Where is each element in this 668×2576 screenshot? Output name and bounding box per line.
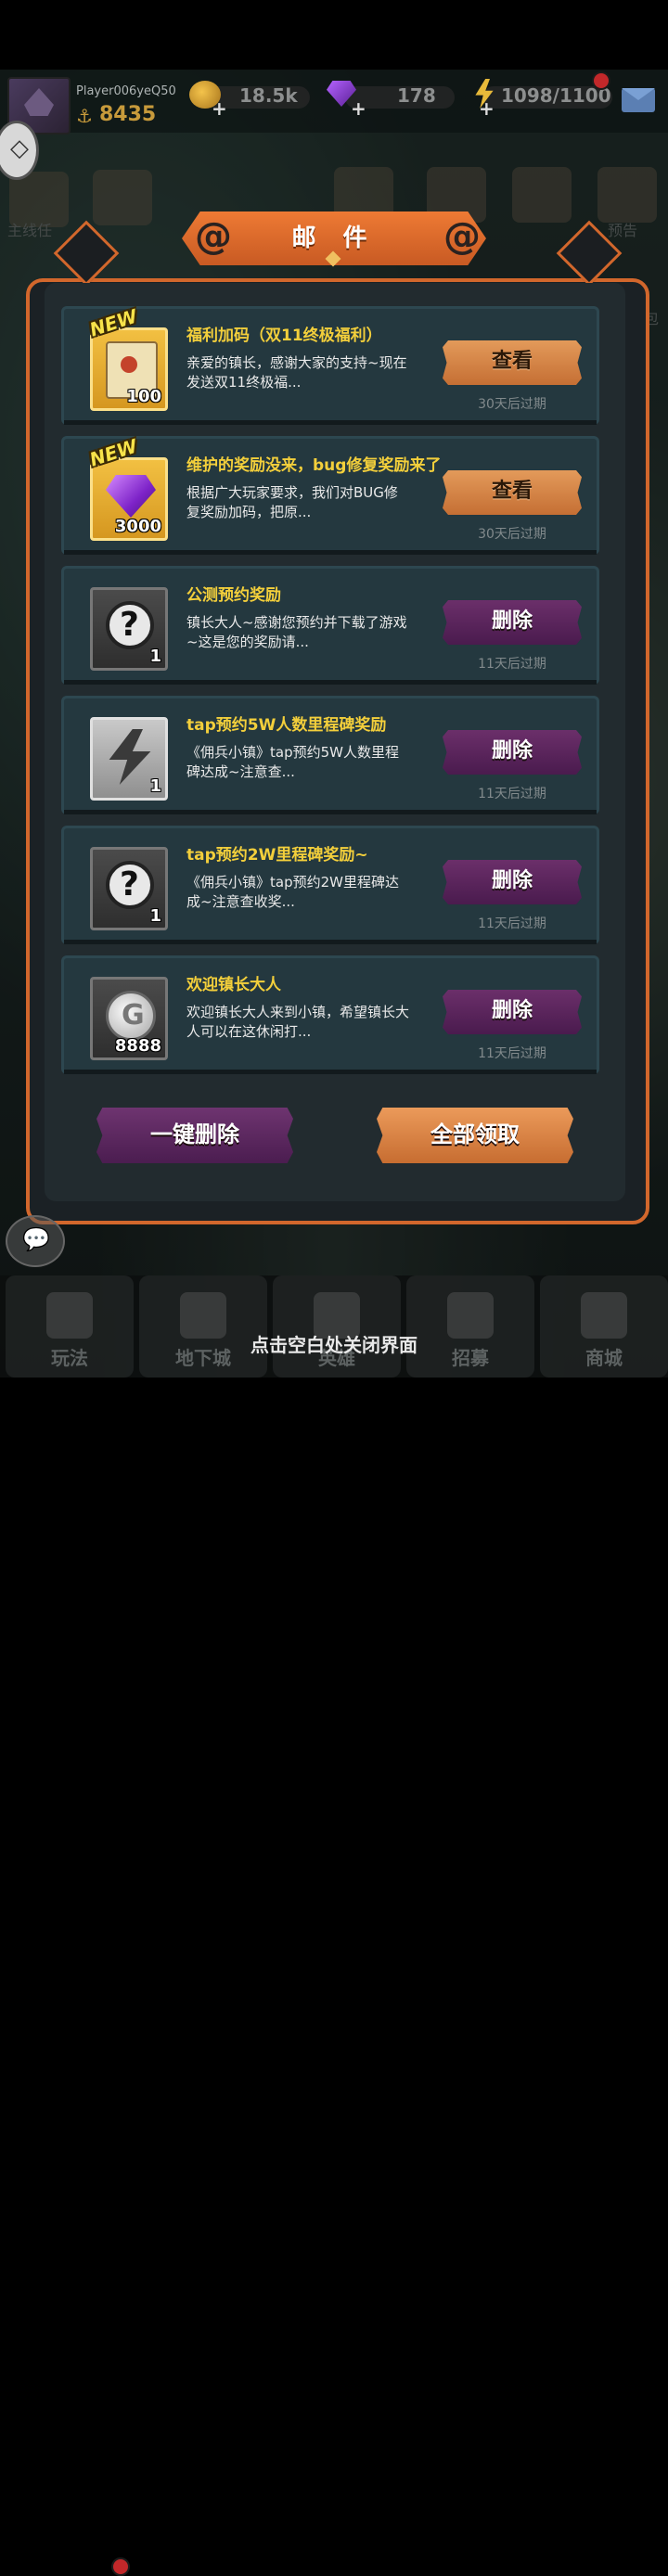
mail-preview: 《佣兵小镇》tap预约2W里程碑达成~注意查收奖... (186, 874, 399, 910)
mail-expiry: 11天后过期 (478, 1046, 546, 1061)
mail-reward-slot: 3000 NEW (87, 434, 168, 541)
nav-item-play[interactable]: 玩法 (6, 1275, 134, 1378)
mail-expiry: 30天后过期 (478, 527, 546, 542)
mail-subject: tap预约5W人数里程碑奖励 (186, 716, 387, 735)
chat-button[interactable]: 💬 (6, 1215, 65, 1267)
mail-envelope-icon[interactable] (622, 88, 655, 112)
reward-count: 100 (126, 387, 161, 406)
delete-mail-button[interactable]: 删除 (443, 600, 582, 645)
mail-expiry: 11天后过期 (478, 916, 546, 931)
lightning-token-icon (109, 729, 151, 785)
mail-item[interactable]: ? 1 公测预约奖励 镇长大人~感谢您预约并下载了游戏~这是您的奖励请... 删… (61, 566, 599, 685)
player-name: Player006yeQ50 (76, 84, 176, 98)
delete-all-button[interactable]: 一键删除 (96, 1108, 293, 1163)
mail-preview: 《佣兵小镇》tap预约5W人数里程碑达成~注意查... (186, 744, 399, 780)
reward-count: 1 (149, 776, 161, 796)
chat-bubble-icon: 💬 (22, 1226, 50, 1252)
mail-subject: 福利加码（双11终极福利） (186, 327, 382, 345)
new-badge: NEW (86, 304, 140, 341)
gold-value: 18.5k (239, 84, 298, 107)
mail-preview: 镇长大人~感谢您预约并下载了游戏~这是您的奖励请... (186, 614, 407, 650)
nav-item-hero[interactable]: 英雄 (273, 1275, 401, 1378)
reward-count: 3000 (114, 517, 161, 536)
delete-mail-button[interactable]: 删除 (443, 990, 582, 1034)
add-energy-plus-icon[interactable]: + (479, 97, 495, 120)
mystery-question-icon: ? (106, 601, 154, 649)
anchor-icon: ⚓ (76, 105, 93, 127)
mail-subject: 公测预约奖励 (186, 586, 281, 605)
reward-count: 1 (149, 647, 161, 666)
mail-item[interactable]: G 8888 欢迎镇长大人 欢迎镇长大人来到小镇，希望镇长大人可以在这休闲打..… (61, 955, 599, 1074)
top-resource-bar: Player006yeQ50 ⚓ 8435 + 18.5k + 178 + 10… (0, 70, 668, 135)
diamond-arrow-icon: ◇ (10, 135, 29, 162)
silver-g-coin-icon: G (106, 991, 156, 1041)
player-score: 8435 (99, 103, 157, 126)
mail-preview: 亲爱的镇长，感谢大家的支持~现在发送双11终极福... (186, 354, 407, 391)
mail-reward-slot: ? 1 (90, 587, 168, 671)
nav-item-shop[interactable]: 商城 (540, 1275, 668, 1378)
mail-subject: 维护的奖励没来，bug修复奖励来了 (186, 456, 442, 475)
purple-gem-icon (106, 475, 156, 518)
nav-notification-dot (111, 2557, 130, 2576)
mail-item[interactable]: 100 NEW 福利加码（双11终极福利） 亲爱的镇长，感谢大家的支持~现在发送… (61, 304, 599, 425)
close-hint-text: 点击空白处关闭界面 (250, 1334, 418, 1356)
delete-mail-button[interactable]: 删除 (443, 730, 582, 775)
nav-item-recruit[interactable]: 招募 (406, 1275, 534, 1378)
reward-count: 8888 (114, 1036, 161, 1056)
mail-preview: 根据广大玩家要求，我们对BUG修复奖励加码，把原... (186, 484, 398, 520)
gem-value: 178 (397, 84, 436, 107)
mail-item[interactable]: ? 1 tap预约2W里程碑奖励~ 《佣兵小镇》tap预约2W里程碑达成~注意查… (61, 826, 599, 944)
add-gold-plus-icon[interactable]: + (212, 97, 227, 120)
new-badge: NEW (86, 434, 140, 471)
nav-item-dungeon[interactable]: 地下城 (139, 1275, 267, 1378)
mail-expiry: 11天后过期 (478, 787, 546, 801)
delete-mail-button[interactable]: 删除 (443, 860, 582, 904)
mail-reward-slot: ? 1 (90, 847, 168, 930)
mail-title: 邮 件 (291, 224, 377, 252)
claim-all-button[interactable]: 全部领取 (377, 1108, 573, 1163)
mail-item[interactable]: 1 tap预约5W人数里程碑奖励 《佣兵小镇》tap预约5W人数里程碑达成~注意… (61, 696, 599, 814)
mystery-question-icon: ? (106, 861, 154, 909)
mail-subject: tap预约2W里程碑奖励~ (186, 846, 368, 865)
reward-count: 1 (149, 906, 161, 926)
mail-notification-dot (592, 71, 610, 90)
mail-reward-slot: G 8888 (90, 977, 168, 1060)
mail-preview: 欢迎镇长大人来到小镇，希望镇长大人可以在这休闲打... (186, 1004, 410, 1040)
mail-item[interactable]: 3000 NEW 维护的奖励没来，bug修复奖励来了 根据广大玩家要求，我们对B… (61, 434, 599, 555)
mail-subject: 欢迎镇长大人 (186, 976, 281, 994)
mail-expiry: 30天后过期 (478, 397, 546, 412)
bottom-nav: 玩法 地下城 英雄 招募 商城 (0, 1275, 668, 2576)
mail-reward-slot: 100 NEW (87, 304, 168, 411)
view-mail-button[interactable]: 查看 (443, 340, 582, 385)
view-mail-button[interactable]: 查看 (443, 470, 582, 515)
mail-reward-slot: 1 (90, 717, 168, 801)
add-gem-plus-icon[interactable]: + (351, 97, 366, 120)
mail-expiry: 11天后过期 (478, 657, 546, 672)
